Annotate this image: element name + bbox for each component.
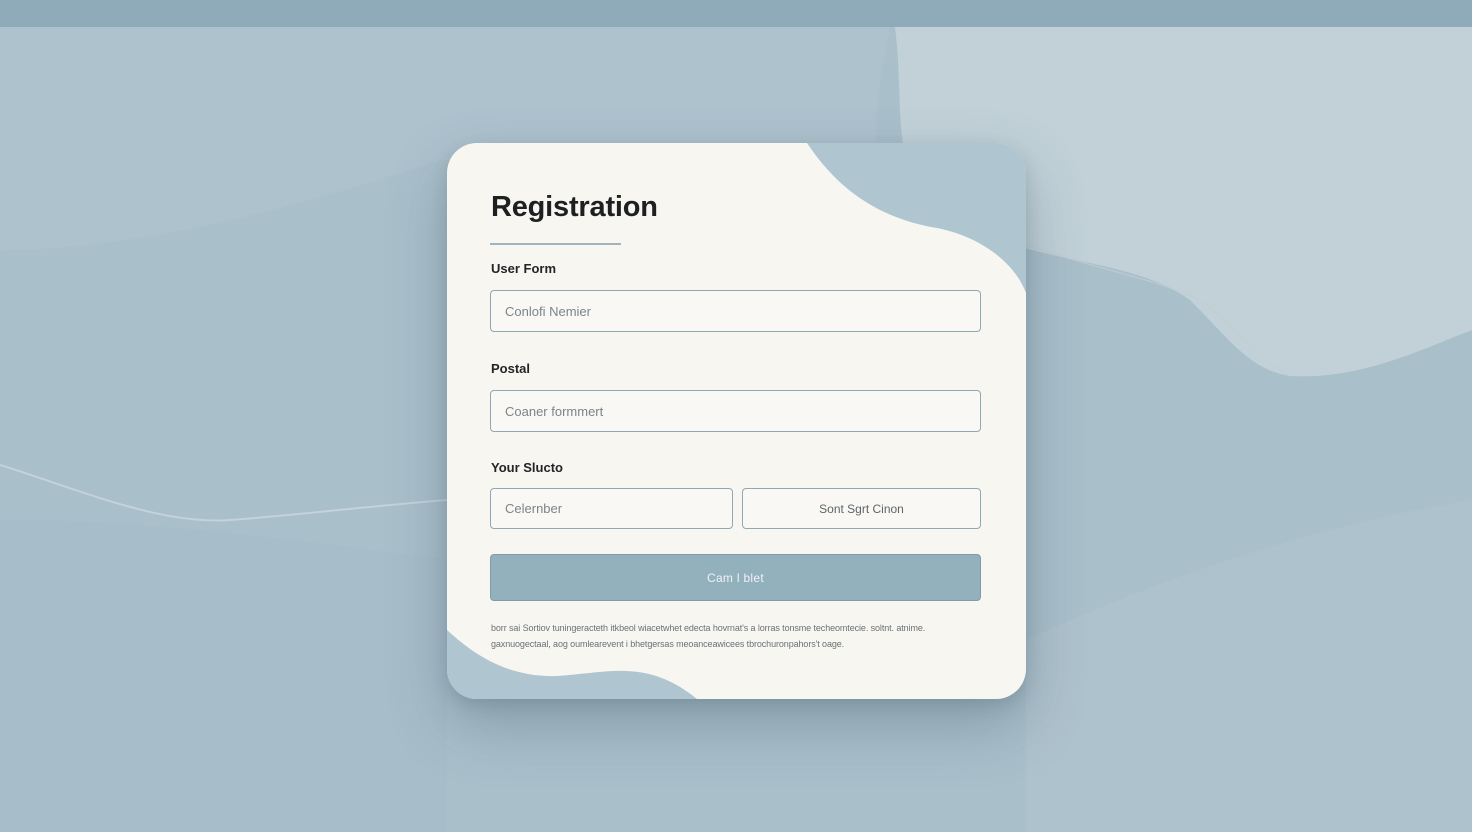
registration-card: Registration User Form Postal Your Sluct… bbox=[447, 143, 1026, 699]
secondary-button[interactable]: Sont Sgrt Cinon bbox=[742, 488, 981, 529]
title-underline bbox=[490, 243, 621, 245]
postal-label: Postal bbox=[491, 361, 531, 376]
fine-print: borr sai Sortiov tuningeracteth itkbeol … bbox=[491, 623, 926, 649]
submit-button[interactable]: Cam l blet bbox=[490, 554, 981, 601]
select-label: Your Slucto bbox=[491, 460, 563, 475]
name-input[interactable] bbox=[490, 290, 981, 332]
member-input[interactable] bbox=[490, 488, 733, 529]
postal-input[interactable] bbox=[490, 390, 981, 432]
page-title: Registration bbox=[491, 191, 658, 223]
section-label: User Form bbox=[491, 261, 557, 276]
